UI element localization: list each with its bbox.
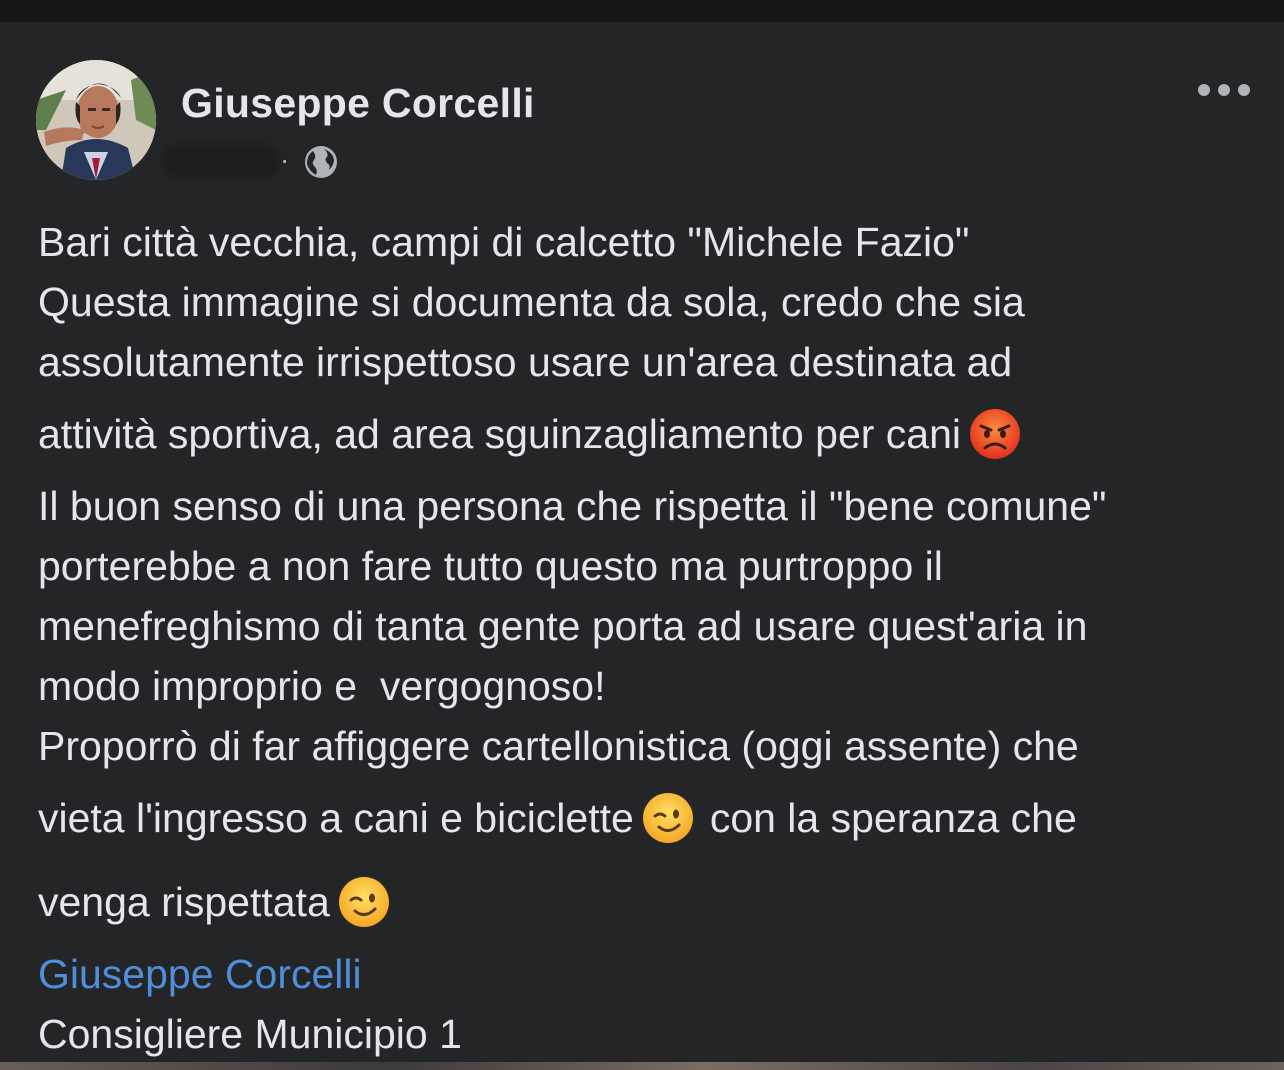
avatar-photo bbox=[36, 60, 156, 180]
signature-link[interactable]: Giuseppe Corcelli bbox=[38, 944, 1258, 1004]
top-bar bbox=[0, 0, 1284, 22]
more-options-icon[interactable] bbox=[1198, 78, 1250, 102]
post-line: Il buon senso di una persona che rispett… bbox=[38, 483, 1107, 529]
post-line: modo improprio e vergognoso! bbox=[38, 663, 606, 709]
post-line-text: attività sportiva, ad area sguinzagliame… bbox=[38, 411, 962, 457]
more-dot bbox=[1218, 84, 1230, 96]
post-line: porterebbe a non fare tutto questo ma pu… bbox=[38, 543, 943, 589]
post-line: Bari città vecchia, campi di calcetto "M… bbox=[38, 219, 970, 265]
avatar[interactable] bbox=[36, 60, 156, 180]
signature-title: Consigliere Municipio 1 bbox=[38, 1011, 462, 1057]
post-line: Questa immagine si documenta da sola, cr… bbox=[38, 279, 1025, 325]
post-line: attività sportiva, ad area sguinzagliame… bbox=[38, 392, 1258, 476]
globe-icon[interactable] bbox=[303, 144, 339, 180]
post-line: assolutamente irrispettoso usare un'area… bbox=[38, 339, 1013, 385]
post-line-text: vieta l'ingresso a cani e biciclette bbox=[38, 795, 634, 841]
winking-face-emoji bbox=[338, 877, 389, 927]
post-line: vieta l'ingresso a cani e biciclette con… bbox=[38, 776, 1258, 860]
winking-face-emoji bbox=[642, 793, 693, 843]
post-line: menefreghismo di tanta gente porta ad us… bbox=[38, 603, 1088, 649]
post-line: Proporrò di far affiggere cartellonistic… bbox=[38, 723, 1079, 769]
post-card: Giuseppe Corcelli · Bari città vecchia, … bbox=[0, 22, 1284, 1062]
post-line-text: venga rispettata bbox=[38, 879, 330, 925]
more-dot bbox=[1198, 84, 1210, 96]
author-name[interactable]: Giuseppe Corcelli bbox=[181, 80, 535, 127]
post-body: Bari città vecchia, campi di calcetto "M… bbox=[38, 212, 1258, 1064]
attached-image-edge[interactable] bbox=[0, 1062, 1284, 1070]
more-dot bbox=[1238, 84, 1250, 96]
timestamp-redacted bbox=[162, 144, 280, 178]
post-line-text: con la speranza che bbox=[709, 795, 1077, 841]
post-line: venga rispettata bbox=[38, 860, 1258, 944]
post-meta: · bbox=[162, 142, 362, 184]
meta-separator: · bbox=[280, 144, 290, 175]
angry-face-emoji bbox=[970, 409, 1021, 459]
